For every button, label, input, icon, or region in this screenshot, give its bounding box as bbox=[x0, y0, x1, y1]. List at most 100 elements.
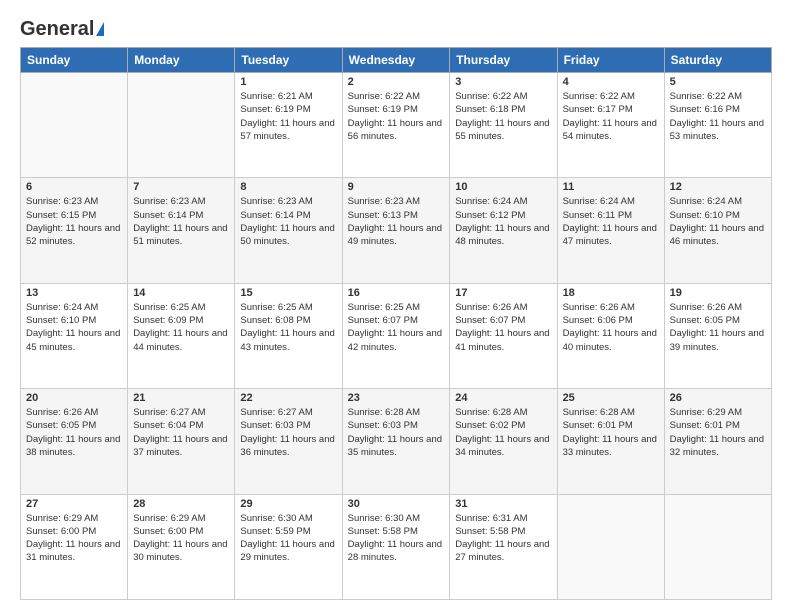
sunrise-text: Sunrise: 6:25 AM bbox=[133, 302, 205, 313]
daylight-text: Daylight: 11 hours and 57 minutes. bbox=[240, 118, 334, 142]
sunrise-text: Sunrise: 6:23 AM bbox=[348, 196, 420, 207]
col-header-tuesday: Tuesday bbox=[235, 48, 342, 73]
sunrise-text: Sunrise: 6:26 AM bbox=[563, 302, 635, 313]
sunset-text: Sunset: 5:58 PM bbox=[455, 526, 525, 537]
day-info: Sunrise: 6:29 AMSunset: 6:00 PMDaylight:… bbox=[133, 512, 229, 565]
daylight-text: Daylight: 11 hours and 39 minutes. bbox=[670, 328, 764, 352]
calendar-cell: 27Sunrise: 6:29 AMSunset: 6:00 PMDayligh… bbox=[21, 494, 128, 599]
calendar-cell: 26Sunrise: 6:29 AMSunset: 6:01 PMDayligh… bbox=[664, 389, 771, 494]
day-info: Sunrise: 6:24 AM Sunset: 6:10 PM Daylight:… bbox=[670, 195, 766, 248]
sunset-text: Sunset: 6:18 PM bbox=[455, 104, 525, 115]
calendar-cell: 1Sunrise: 6:21 AMSunset: 6:19 PMDaylight… bbox=[235, 73, 342, 178]
sunrise-text: Sunrise: 6:31 AM bbox=[455, 513, 527, 524]
sunrise-text: Sunrise: 6:24 AM bbox=[26, 302, 98, 313]
calendar-week-2: 6Sunrise: 6:23 AMSunset: 6:15 PMDaylight… bbox=[21, 178, 772, 283]
daylight-text: Daylight: 11 hours and 45 minutes. bbox=[26, 328, 120, 352]
day-number: 8 bbox=[240, 181, 336, 193]
daylight-text: Daylight: 11 hours and 36 minutes. bbox=[240, 434, 334, 458]
day-info: Sunrise: 6:26 AMSunset: 6:05 PMDaylight:… bbox=[670, 301, 766, 354]
day-number: 28 bbox=[133, 498, 229, 510]
sunrise-text: Sunrise: 6:30 AM bbox=[348, 513, 420, 524]
day-number: 15 bbox=[240, 287, 336, 299]
sunrise-text: Sunrise: 6:30 AM bbox=[240, 513, 312, 524]
calendar-cell: 14Sunrise: 6:25 AMSunset: 6:09 PMDayligh… bbox=[128, 283, 235, 388]
day-info: Sunrise: 6:29 AMSunset: 6:01 PMDaylight:… bbox=[670, 406, 766, 459]
day-info: Sunrise: 6:22 AM Sunset: 6:18 PM Daylight:… bbox=[455, 90, 551, 143]
day-info: Sunrise: 6:27 AMSunset: 6:03 PMDaylight:… bbox=[240, 406, 336, 459]
sunrise-text: Sunrise: 6:27 AM bbox=[133, 407, 205, 418]
day-info: Sunrise: 6:23 AMSunset: 6:13 PMDaylight:… bbox=[348, 195, 445, 248]
calendar-cell: 23Sunrise: 6:28 AMSunset: 6:03 PMDayligh… bbox=[342, 389, 450, 494]
sunrise-text: Sunrise: 6:23 AM bbox=[133, 196, 205, 207]
sunrise-text: Sunrise: 6:23 AM bbox=[240, 196, 312, 207]
logo-general: General bbox=[20, 18, 94, 41]
day-info: Sunrise: 6:28 AMSunset: 6:02 PMDaylight:… bbox=[455, 406, 551, 459]
calendar-header-row: SundayMondayTuesdayWednesdayThursdayFrid… bbox=[21, 48, 772, 73]
sunrise-text: Sunrise: 6:25 AM bbox=[348, 302, 420, 313]
day-number: 12 bbox=[670, 181, 766, 193]
sunrise-text: Sunrise: 6:26 AM bbox=[26, 407, 98, 418]
logo: General bbox=[20, 18, 104, 37]
day-number: 6 bbox=[26, 181, 122, 193]
sunrise-text: Sunrise: 6:24 AM bbox=[670, 196, 742, 207]
calendar-week-1: 1Sunrise: 6:21 AMSunset: 6:19 PMDaylight… bbox=[21, 73, 772, 178]
daylight-text: Daylight: 11 hours and 29 minutes. bbox=[240, 539, 334, 563]
day-info: Sunrise: 6:28 AMSunset: 6:01 PMDaylight:… bbox=[563, 406, 659, 459]
calendar-cell: 25 Sunrise: 6:28 AMSunset: 6:01 PMDayligh… bbox=[557, 389, 664, 494]
sunrise-text: Sunrise: 6:27 AM bbox=[240, 407, 312, 418]
sunset-text: Sunset: 6:11 PM bbox=[563, 210, 633, 221]
calendar-cell: 10Sunrise: 6:24 AMSunset: 6:12 PMDayligh… bbox=[450, 178, 557, 283]
sunset-text: Sunset: 6:03 PM bbox=[348, 420, 418, 431]
calendar-cell: 22 Sunrise: 6:27 AMSunset: 6:03 PMDayligh… bbox=[235, 389, 342, 494]
sunset-text: Sunset: 6:05 PM bbox=[670, 315, 740, 326]
day-info: Sunrise: 6:23 AM Sunset: 6:14 PM Daylight:… bbox=[240, 195, 336, 248]
sunrise-text: Sunrise: 6:29 AM bbox=[670, 407, 742, 418]
day-info: Sunrise: 6:22 AMSunset: 6:19 PMDaylight:… bbox=[348, 90, 445, 143]
sunrise-text: Sunrise: 6:25 AM bbox=[240, 302, 312, 313]
day-number: 22 bbox=[240, 392, 336, 404]
calendar-cell: 30Sunrise: 6:30 AMSunset: 5:58 PMDayligh… bbox=[342, 494, 450, 599]
calendar-cell: 21Sunrise: 6:27 AMSunset: 6:04 PMDayligh… bbox=[128, 389, 235, 494]
page: General SundayMondayTuesdayWednesdayThur… bbox=[0, 0, 792, 612]
calendar-cell: 4Sunrise: 6:22 AMSunset: 6:17 PMDaylight… bbox=[557, 73, 664, 178]
sunset-text: Sunset: 6:10 PM bbox=[670, 210, 740, 221]
day-number: 20 bbox=[26, 392, 122, 404]
col-header-saturday: Saturday bbox=[664, 48, 771, 73]
sunrise-text: Sunrise: 6:22 AM bbox=[670, 91, 742, 102]
sunset-text: Sunset: 6:01 PM bbox=[670, 420, 740, 431]
daylight-text: Daylight: 11 hours and 55 minutes. bbox=[455, 118, 549, 142]
daylight-text: Daylight: 11 hours and 50 minutes. bbox=[240, 223, 334, 247]
day-number: 31 bbox=[455, 498, 551, 510]
daylight-text: Daylight: 11 hours and 52 minutes. bbox=[26, 223, 120, 247]
calendar-cell: 17Sunrise: 6:26 AMSunset: 6:07 PMDayligh… bbox=[450, 283, 557, 388]
day-number: 1 bbox=[240, 76, 336, 88]
sunrise-text: Sunrise: 6:22 AM bbox=[455, 91, 527, 102]
calendar-cell: 24Sunrise: 6:28 AMSunset: 6:02 PMDayligh… bbox=[450, 389, 557, 494]
day-number: 17 bbox=[455, 287, 551, 299]
sunset-text: Sunset: 6:00 PM bbox=[133, 526, 203, 537]
day-number: 5 bbox=[670, 76, 766, 88]
daylight-text: Daylight: 11 hours and 30 minutes. bbox=[133, 539, 227, 563]
daylight-text: Daylight: 11 hours and 37 minutes. bbox=[133, 434, 227, 458]
day-number: 13 bbox=[26, 287, 122, 299]
calendar-week-3: 13Sunrise: 6:24 AMSunset: 6:10 PMDayligh… bbox=[21, 283, 772, 388]
daylight-text: Daylight: 11 hours and 42 minutes. bbox=[348, 328, 442, 352]
sunset-text: Sunset: 6:14 PM bbox=[133, 210, 203, 221]
day-info: Sunrise: 6:30 AMSunset: 5:58 PMDaylight:… bbox=[348, 512, 445, 565]
day-number: 4 bbox=[563, 76, 659, 88]
calendar-cell bbox=[21, 73, 128, 178]
daylight-text: Daylight: 11 hours and 40 minutes. bbox=[563, 328, 657, 352]
calendar-cell: 5 Sunrise: 6:22 AMSunset: 6:16 PMDaylight… bbox=[664, 73, 771, 178]
daylight-text: Daylight: 11 hours and 34 minutes. bbox=[455, 434, 549, 458]
day-info: Sunrise: 6:26 AMSunset: 6:05 PMDaylight:… bbox=[26, 406, 122, 459]
day-number: 16 bbox=[348, 287, 445, 299]
calendar-cell: 12 Sunrise: 6:24 AM Sunset: 6:10 PM Dayligh… bbox=[664, 178, 771, 283]
day-number: 25 bbox=[563, 392, 659, 404]
day-info: Sunrise: 6:29 AMSunset: 6:00 PMDaylight:… bbox=[26, 512, 122, 565]
daylight-text: Daylight: 11 hours and 47 minutes. bbox=[563, 223, 657, 247]
day-info: Sunrise: 6:22 AMSunset: 6:16 PMDaylight:… bbox=[670, 90, 766, 143]
daylight-text: Daylight: 11 hours and 46 minutes. bbox=[670, 223, 764, 247]
day-info: Sunrise: 6:25 AMSunset: 6:08 PMDaylight:… bbox=[240, 301, 336, 354]
day-info: Sunrise: 6:26 AMSunset: 6:06 PMDaylight:… bbox=[563, 301, 659, 354]
sunset-text: Sunset: 6:14 PM bbox=[240, 210, 310, 221]
